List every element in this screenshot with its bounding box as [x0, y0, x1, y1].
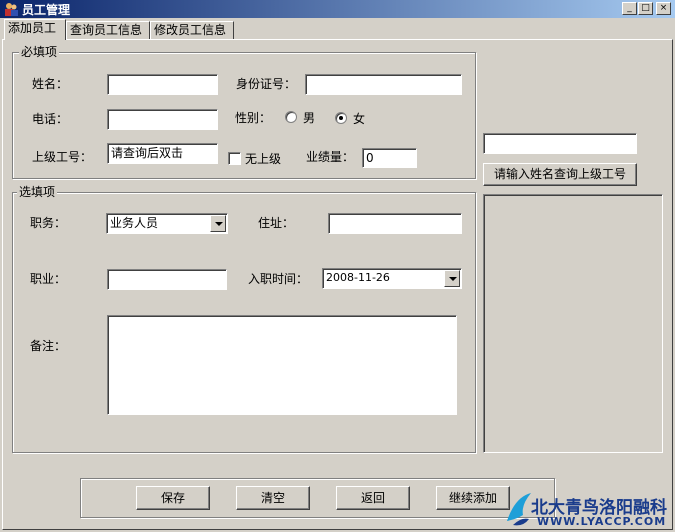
name-input[interactable]: [107, 74, 218, 95]
required-group-title: 必填项: [19, 45, 60, 59]
tab-label: 修改员工信息: [154, 23, 227, 37]
gender-male-label[interactable]: 男: [303, 111, 315, 125]
continue-add-button-label: 继续添加: [448, 491, 497, 505]
performance-label: 业绩量：: [306, 150, 355, 164]
no-superior-checkbox[interactable]: [228, 152, 241, 165]
hire-date-dropdown-arrow-icon[interactable]: [444, 270, 460, 287]
tab-modify-employee[interactable]: 修改员工信息: [150, 21, 234, 39]
close-icon: ×: [659, 3, 668, 13]
name-label: 姓名：: [32, 77, 69, 91]
superior-id-input[interactable]: 请查询后双击: [107, 143, 218, 164]
window-title: 员工管理: [22, 3, 71, 17]
hire-date-picker[interactable]: 2008-11-26: [322, 268, 462, 289]
minimize-icon: _: [627, 3, 632, 13]
address-input[interactable]: [328, 213, 462, 234]
no-superior-label[interactable]: 无上级: [245, 152, 281, 166]
occupation-input[interactable]: [107, 269, 227, 290]
tab-add-employee[interactable]: 添加员工: [4, 19, 66, 40]
clear-button[interactable]: 清空: [236, 486, 310, 510]
back-button-label: 返回: [360, 491, 385, 505]
search-superior-button[interactable]: 请输入姓名查询上级工号: [483, 163, 637, 186]
remarks-textarea[interactable]: [107, 315, 457, 415]
position-label: 职务：: [30, 216, 67, 230]
gender-female-radio[interactable]: [335, 112, 347, 124]
id-number-label: 身份证号：: [236, 77, 297, 91]
save-button-label: 保存: [160, 491, 185, 505]
position-select-value: 业务人员: [110, 216, 159, 230]
performance-input[interactable]: 0: [362, 148, 417, 168]
gender-label: 性别：: [235, 111, 272, 125]
continue-add-button[interactable]: 继续添加: [436, 486, 510, 510]
back-button[interactable]: 返回: [336, 486, 410, 510]
close-button[interactable]: ×: [656, 2, 671, 15]
clear-button-label: 清空: [260, 491, 285, 505]
optional-group-title: 选填项: [17, 185, 58, 199]
maximize-button[interactable]: □: [638, 2, 653, 15]
watermark-url: WWW.LYACCP.COM: [537, 515, 667, 528]
minimize-button[interactable]: _: [622, 2, 637, 15]
app-icon: [5, 3, 18, 16]
maximize-icon: □: [641, 3, 650, 13]
hire-date-value: 2008-11-26: [326, 271, 390, 284]
tab-query-employee[interactable]: 查询员工信息: [66, 21, 150, 39]
superior-search-input[interactable]: [483, 133, 637, 154]
phone-label: 电话：: [32, 112, 69, 126]
address-label: 住址：: [258, 216, 295, 230]
tab-label: 添加员工: [8, 21, 57, 35]
search-superior-button-label: 请输入姓名查询上级工号: [493, 167, 626, 181]
hire-date-label: 入职时间：: [248, 272, 309, 286]
occupation-label: 职业：: [30, 272, 67, 286]
save-button[interactable]: 保存: [136, 486, 210, 510]
tab-label: 查询员工信息: [70, 23, 143, 37]
gender-female-label[interactable]: 女: [353, 112, 365, 126]
bird-logo-icon: [507, 493, 531, 526]
gender-male-radio[interactable]: [285, 111, 297, 123]
position-dropdown-arrow-icon[interactable]: [210, 215, 226, 232]
id-number-input[interactable]: [305, 74, 462, 95]
phone-input[interactable]: [107, 109, 218, 130]
superior-id-label: 上级工号：: [32, 150, 93, 164]
title-bar[interactable]: 员工管理 _ □ ×: [0, 0, 675, 18]
watermark-logo: 北大青鸟洛阳融科 WWW.LYACCP.COM: [505, 489, 675, 532]
superior-results-list[interactable]: [483, 194, 663, 453]
remarks-label: 备注：: [30, 339, 67, 353]
